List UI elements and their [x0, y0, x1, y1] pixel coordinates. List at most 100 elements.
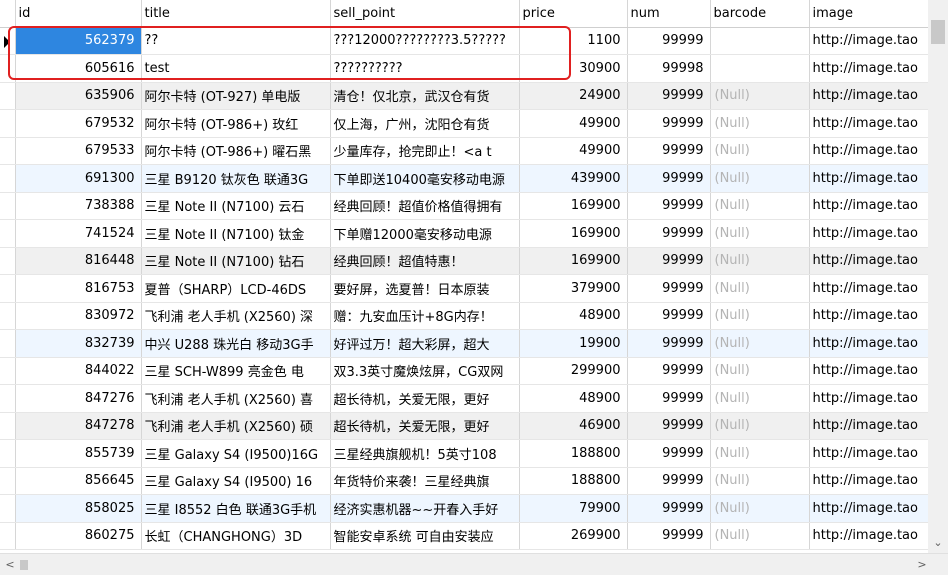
cell-price[interactable]: 299900 — [519, 357, 628, 385]
cell-barcode[interactable]: (Null) — [710, 82, 810, 110]
cell-id[interactable]: 738388 — [15, 192, 142, 220]
cell-barcode[interactable]: (Null) — [710, 274, 810, 303]
table-row[interactable]: 847276 飞利浦 老人手机 (X2560) 喜超长待机，关爱无限，更好 4890… — [0, 384, 928, 413]
cell-id[interactable]: 635906 — [15, 82, 142, 110]
cell-id[interactable]: 847278 — [15, 412, 142, 440]
cell-sell-point[interactable]: 超长待机，关爱无限，更好 — [330, 384, 520, 413]
table-row[interactable]: 830972 飞利浦 老人手机 (X2560) 深赠：九安血压计+8G内存！ 489… — [0, 302, 928, 330]
column-header-price[interactable]: price — [519, 0, 628, 28]
cell-title[interactable]: 三星 SCH-W899 亮金色 电 — [141, 357, 331, 385]
chevron-down-icon[interactable]: ⌄ — [928, 535, 948, 551]
cell-price[interactable]: 188800 — [519, 439, 628, 468]
cell-sell-point[interactable]: 要好屏，选夏普！日本原装 — [330, 274, 520, 303]
table-row[interactable]: 741524 三星 Note II (N7100) 钛金 下单赠12000毫安移动电… — [0, 219, 928, 248]
cell-title[interactable]: 阿尔卡特 (OT-986+) 曜石黑 — [141, 137, 331, 165]
cell-title[interactable]: 三星 Galaxy S4 (I9500)16G — [141, 439, 331, 468]
cell-title[interactable]: 长虹（CHANGHONG）3D — [141, 522, 331, 550]
cell-barcode[interactable]: (Null) — [710, 522, 810, 550]
cell-image[interactable]: http://image.tao — [809, 137, 928, 165]
table-row[interactable]: 847278 飞利浦 老人手机 (X2560) 硕超长待机，关爱无限，更好 4690… — [0, 412, 928, 440]
cell-barcode[interactable]: (Null) — [710, 219, 810, 248]
cell-id[interactable]: 856645 — [15, 467, 142, 495]
cell-num[interactable]: 99999 — [627, 192, 711, 220]
cell-image[interactable]: http://image.tao — [809, 439, 928, 468]
cell-image[interactable]: http://image.tao — [809, 384, 928, 413]
cell-price[interactable]: 169900 — [519, 192, 628, 220]
chevron-left-icon[interactable]: < — [2, 557, 18, 573]
cell-num[interactable]: 99999 — [627, 357, 711, 385]
cell-title[interactable]: 飞利浦 老人手机 (X2560) 深 — [141, 302, 331, 330]
cell-image[interactable]: http://image.tao — [809, 82, 928, 110]
cell-title[interactable]: 三星 Note II (N7100) 钛金 — [141, 219, 331, 248]
cell-price[interactable]: 24900 — [519, 82, 628, 110]
cell-image[interactable]: http://image.tao — [809, 27, 928, 55]
cell-barcode[interactable]: (Null) — [710, 247, 810, 275]
cell-id[interactable]: 830972 — [15, 302, 142, 330]
cell-title[interactable]: 三星 Note II (N7100) 钻石 — [141, 247, 331, 275]
table-row[interactable]: 855739 三星 Galaxy S4 (I9500)16G 三星经典旗舰机！5英寸… — [0, 439, 928, 468]
table-row[interactable]: 858025 三星 I8552 白色 联通3G手机 经济实惠机器~~开春入手好 799… — [0, 494, 928, 523]
table-row[interactable]: 856645 三星 Galaxy S4 (I9500) 16 年货特价来袭！三星经典… — [0, 467, 928, 495]
cell-num[interactable]: 99999 — [627, 494, 711, 523]
cell-id[interactable]: 741524 — [15, 219, 142, 248]
cell-price[interactable]: 49900 — [519, 109, 628, 138]
cell-price[interactable]: 19900 — [519, 329, 628, 358]
row-indicator[interactable] — [0, 384, 16, 413]
cell-sell-point[interactable]: 经典回顾！超值特惠！ — [330, 247, 520, 275]
row-indicator[interactable] — [0, 522, 16, 550]
cell-sell-point[interactable]: 经典回顾！超值价格值得拥有 — [330, 192, 520, 220]
row-indicator[interactable] — [0, 219, 16, 248]
cell-num[interactable]: 99999 — [627, 164, 711, 193]
cell-barcode[interactable]: (Null) — [710, 357, 810, 385]
cell-id[interactable]: 816753 — [15, 274, 142, 303]
table-row[interactable]: 635906 阿尔卡特 (OT-927) 单电版 清仓！仅北京，武汉仓有货 24900… — [0, 82, 928, 110]
row-indicator[interactable] — [0, 412, 16, 440]
cell-image[interactable]: http://image.tao — [809, 467, 928, 495]
cell-num[interactable]: 99999 — [627, 522, 711, 550]
cell-barcode[interactable]: (Null) — [710, 109, 810, 138]
table-row[interactable]: 605616 test?????????? 30900 99998 http://ima… — [0, 54, 928, 83]
cell-image[interactable]: http://image.tao — [809, 247, 928, 275]
cell-barcode[interactable]: (Null) — [710, 412, 810, 440]
horizontal-scrollbar[interactable]: < > — [0, 553, 948, 575]
cell-barcode[interactable]: (Null) — [710, 192, 810, 220]
row-indicator[interactable] — [0, 302, 16, 330]
cell-title[interactable]: 三星 Note II (N7100) 云石 — [141, 192, 331, 220]
vertical-scrollbar[interactable]: ⌄ — [928, 0, 948, 553]
cell-id[interactable]: 816448 — [15, 247, 142, 275]
chevron-right-icon[interactable]: > — [914, 557, 930, 573]
cell-num[interactable]: 99999 — [627, 274, 711, 303]
cell-sell-point[interactable]: 超长待机，关爱无限，更好 — [330, 412, 520, 440]
row-indicator[interactable] — [0, 137, 16, 165]
cell-num[interactable]: 99999 — [627, 329, 711, 358]
cell-sell-point[interactable]: 智能安卓系统 可自由安装应 — [330, 522, 520, 550]
cell-id[interactable]: 605616 — [15, 54, 142, 83]
cell-price[interactable]: 169900 — [519, 247, 628, 275]
cell-title[interactable]: 三星 B9120 钛灰色 联通3G — [141, 164, 331, 193]
row-indicator[interactable] — [0, 494, 16, 523]
row-indicator[interactable] — [0, 439, 16, 468]
row-indicator[interactable] — [0, 247, 16, 275]
cell-barcode[interactable]: (Null) — [710, 494, 810, 523]
cell-title[interactable]: test — [141, 54, 331, 83]
cell-title[interactable]: 三星 I8552 白色 联通3G手机 — [141, 494, 331, 523]
cell-barcode[interactable]: (Null) — [710, 137, 810, 165]
cell-id[interactable]: 679532 — [15, 109, 142, 138]
cell-num[interactable]: 99999 — [627, 467, 711, 495]
row-indicator[interactable] — [0, 192, 16, 220]
row-indicator[interactable] — [0, 467, 16, 495]
cell-price[interactable]: 48900 — [519, 384, 628, 413]
cell-sell-point[interactable]: ???12000????????3.5????? — [330, 27, 520, 55]
cell-price[interactable]: 188800 — [519, 467, 628, 495]
cell-sell-point[interactable]: 少量库存，抢完即止！<a t — [330, 137, 520, 165]
cell-id[interactable]: 562379 — [15, 27, 142, 55]
cell-title[interactable]: 飞利浦 老人手机 (X2560) 硕 — [141, 412, 331, 440]
cell-barcode[interactable]: (Null) — [710, 164, 810, 193]
cell-image[interactable]: http://image.tao — [809, 329, 928, 358]
cell-image[interactable]: http://image.tao — [809, 192, 928, 220]
cell-num[interactable]: 99999 — [627, 412, 711, 440]
table-row[interactable]: 738388 三星 Note II (N7100) 云石 经典回顾！超值价格值得拥有… — [0, 192, 928, 220]
table-row[interactable]: 679532 阿尔卡特 (OT-986+) 玫红 仅上海，广州，沈阳仓有货 49900… — [0, 109, 928, 138]
cell-title[interactable]: 中兴 U288 珠光白 移动3G手 — [141, 329, 331, 358]
cell-image[interactable]: http://image.tao — [809, 54, 928, 83]
